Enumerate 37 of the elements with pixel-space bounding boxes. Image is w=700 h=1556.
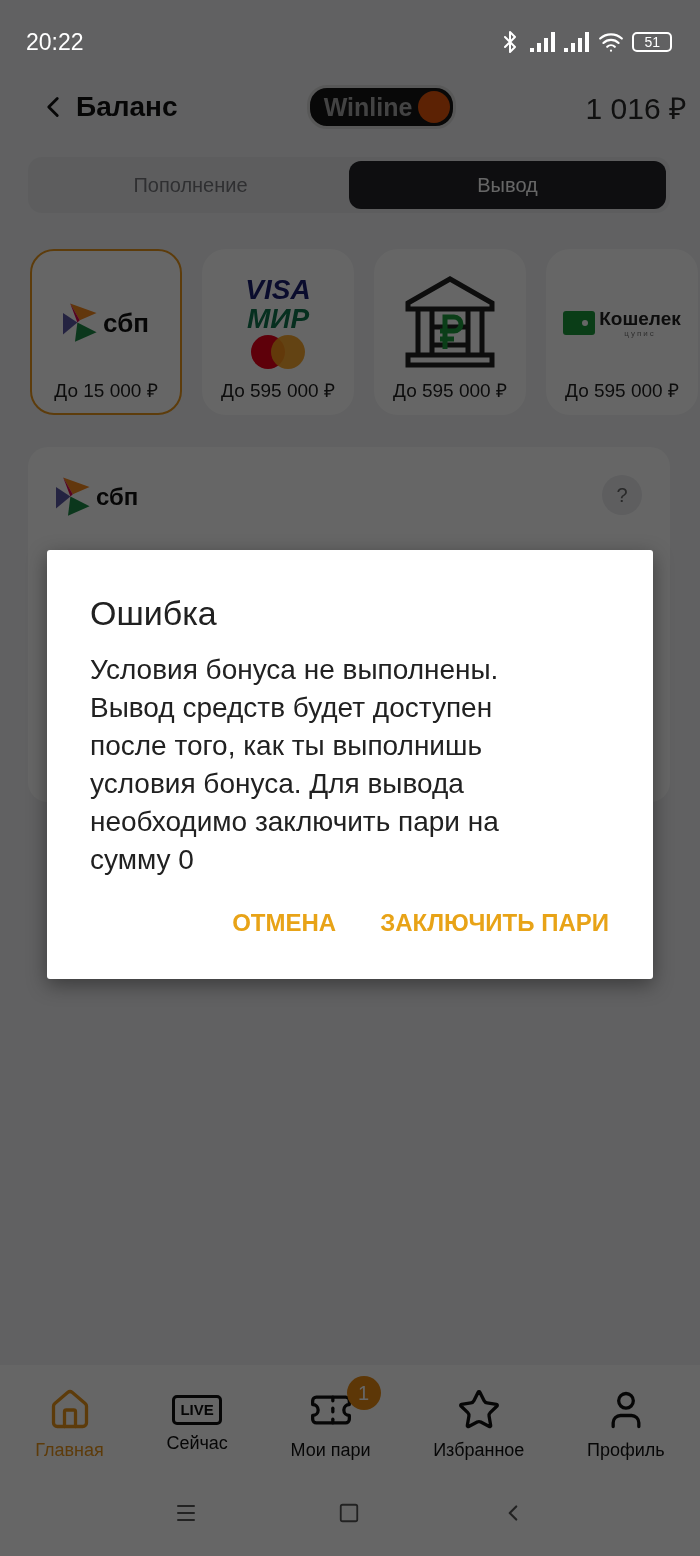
payment-method-tile[interactable]: сбп До 15 000 ₽ (30, 249, 182, 415)
logo-text: сбп (96, 482, 139, 511)
signal-icon (564, 32, 591, 52)
help-button[interactable]: ? (602, 475, 642, 515)
count-badge: 1 (346, 1376, 381, 1410)
brand-dot-icon (418, 91, 451, 123)
nav-tab[interactable]: Избранное (407, 1374, 551, 1461)
dialog-button[interactable]: ЗАКЛЮЧИТЬ ПАРИ (380, 899, 609, 947)
dialog-message: Условия бонуса не выполнены. Вывод средств будет доступен после того, как ты выполнишь условия бонуса. Для вывода необходимо заключить пари на сумму 0 (90, 653, 500, 877)
limit-text: До 595 000 ₽ (221, 379, 335, 403)
segment-tab[interactable]: Вывод (349, 161, 666, 209)
logo-text: VISA (245, 276, 311, 304)
nav-tab[interactable]: LIVE Сейчас (140, 1381, 254, 1454)
payment-method-tile[interactable]: VISA МИР До 595 000 ₽ (202, 249, 354, 415)
limit-text: До 15 000 ₽ (54, 379, 158, 403)
brand-text: Winline (323, 92, 413, 122)
overlapping-circles-icon (250, 334, 306, 370)
signal-icon (530, 32, 557, 52)
wallet-icon (563, 311, 596, 335)
dialog-title: Ошибка (90, 594, 218, 633)
payment-method-tile[interactable]: До 595 000 ₽ (374, 249, 526, 415)
limit-text: До 595 000 ₽ (565, 379, 679, 403)
dialog-button[interactable]: ОТМЕНА (232, 899, 337, 947)
home-square-icon[interactable] (338, 1502, 360, 1524)
logo-text: МИР (246, 304, 310, 334)
live-icon: LIVE (172, 1395, 222, 1425)
sbp-logo-icon (56, 475, 92, 519)
nav-tab[interactable]: Главная (9, 1374, 130, 1461)
status-time: 20:22 (26, 28, 84, 56)
logo-text: сбп (103, 307, 149, 339)
battery-icon: 51 (632, 32, 672, 52)
nav-tab[interactable]: Профиль (560, 1374, 691, 1461)
logo-text: Кошелек (599, 308, 681, 329)
page-title: Баланс (76, 91, 178, 123)
balance-amount: 1 016 ₽ (585, 90, 686, 127)
limit-text: До 595 000 ₽ (393, 379, 507, 403)
nav-tab[interactable]: 1 Мои пари (264, 1374, 397, 1461)
